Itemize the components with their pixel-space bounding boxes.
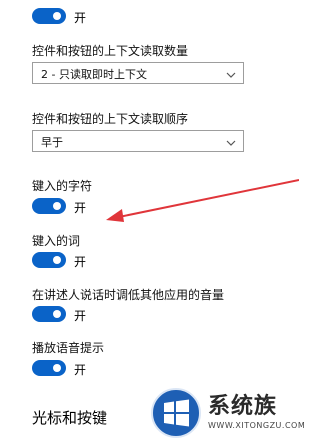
windows-logo-icon [151,388,201,438]
toggle-knob [53,310,61,318]
red-arrow-annotation [106,179,299,222]
watermark: 系统族 WWW.XITONGZU.COM [150,384,305,441]
read-amount-dropdown[interactable]: 2 - 只读取即时上下文 [32,62,244,84]
chevron-down-icon [225,66,237,85]
audio-cues-toggle[interactable] [32,360,66,376]
toggle-knob [53,202,61,210]
lower-volume-toggle[interactable] [32,306,66,322]
typed-chars-state: 开 [74,201,87,215]
typed-chars-label: 键入的字符 [32,179,93,193]
toggle-knob [53,364,61,372]
toggle-switch-top[interactable] [32,8,66,24]
audio-cues-state: 开 [74,363,87,377]
section-heading: 光标和按键 [32,409,108,427]
typed-words-state: 开 [74,255,87,269]
chevron-down-icon [225,134,237,153]
typed-chars-toggle[interactable] [32,198,66,214]
typed-words-label: 键入的词 [32,234,81,248]
audio-cues-label: 播放语音提示 [32,341,105,355]
toggle-knob [53,12,61,20]
toggle-top-state: 开 [74,11,87,25]
read-order-label: 控件和按钮的上下文读取顺序 [32,112,189,126]
read-order-dropdown[interactable]: 早于 [32,130,244,152]
watermark-url: WWW.XITONGZU.COM [208,421,306,430]
typed-words-toggle[interactable] [32,252,66,268]
toggle-knob [53,256,61,264]
lower-volume-state: 开 [74,309,87,323]
watermark-text: 系统族 [208,394,278,419]
lower-volume-label: 在讲述人说话时调低其他应用的音量 [32,288,225,302]
read-order-value: 早于 [41,136,63,149]
read-amount-value: 2 - 只读取即时上下文 [41,68,147,81]
read-amount-label: 控件和按钮的上下文读取数量 [32,44,189,58]
